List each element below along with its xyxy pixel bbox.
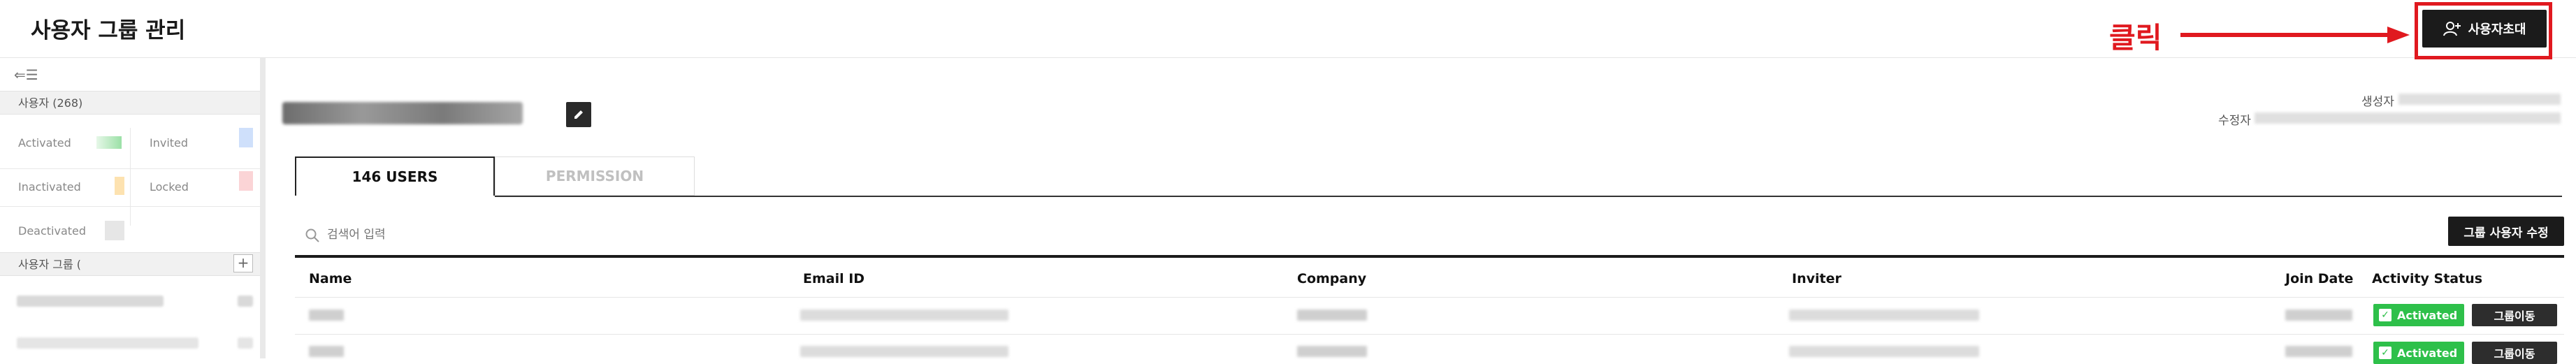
arrow-annotation-icon <box>2180 27 2410 43</box>
deactivated-count <box>105 221 124 240</box>
modified-by-label: 수정자 <box>2218 114 2251 128</box>
column-header-inviter[interactable]: Inviter <box>1792 271 1841 286</box>
check-icon: ✓ <box>2379 309 2392 321</box>
tab-users[interactable]: 146 USERS <box>295 156 495 196</box>
grid-divider <box>0 168 260 169</box>
group-item[interactable] <box>17 337 198 349</box>
cell-email <box>800 310 1008 321</box>
modified-by-value <box>2255 112 2561 124</box>
sidebar-scrollbar[interactable] <box>260 58 266 358</box>
status-badge: ✓ Activated <box>2373 342 2464 364</box>
stat-invited[interactable]: Invited <box>150 136 188 150</box>
status-badge-label: Activated <box>2397 308 2458 322</box>
sidebar: ⇐☰ 사용자 (268) Activated Invited Inactivat… <box>0 58 261 358</box>
group-item-count <box>238 337 253 349</box>
page-title: 사용자 그룹 관리 <box>31 18 186 43</box>
invited-count <box>239 128 253 147</box>
search-icon <box>305 228 319 242</box>
page-header: 사용자 그룹 관리 클릭 사용자초대 <box>0 0 2576 59</box>
collapse-sidebar-icon[interactable]: ⇐☰ <box>14 68 38 82</box>
stat-locked[interactable]: Locked <box>150 180 189 194</box>
group-name-redacted <box>282 102 523 124</box>
move-group-button[interactable]: 그룹이동 <box>2472 342 2557 364</box>
users-section-header: 사용자 (268) <box>0 91 260 115</box>
group-item[interactable] <box>17 296 164 307</box>
search-input[interactable] <box>326 224 608 246</box>
table-top-border <box>295 255 2564 258</box>
cell-inviter <box>1789 346 1979 357</box>
tab-permission[interactable]: PERMISSION <box>495 156 695 196</box>
move-group-button[interactable]: 그룹이동 <box>2472 304 2557 326</box>
column-header-join-date[interactable]: Join Date <box>2285 271 2353 286</box>
edit-group-users-button[interactable]: 그룹 사용자 수정 <box>2448 217 2564 246</box>
grid-divider <box>130 128 131 226</box>
plus-icon[interactable]: + <box>233 254 253 272</box>
stat-activated[interactable]: Activated <box>18 136 71 150</box>
column-header-company[interactable]: Company <box>1297 271 1366 286</box>
cell-company <box>1297 346 1367 357</box>
check-icon: ✓ <box>2379 347 2392 359</box>
tab-underline <box>495 196 2562 197</box>
cell-name <box>309 346 344 357</box>
row-divider <box>295 297 2564 298</box>
column-header-email[interactable]: Email ID <box>803 271 864 286</box>
cell-join-date <box>2285 310 2352 321</box>
pencil-icon <box>574 110 583 119</box>
highlight-box <box>2415 2 2552 59</box>
cell-inviter <box>1789 310 1979 321</box>
groups-section-header: 사용자 그룹 ( <box>0 252 260 276</box>
stat-deactivated[interactable]: Deactivated <box>18 224 86 238</box>
row-divider <box>295 334 2564 335</box>
cell-email <box>800 346 1008 357</box>
status-badge: ✓ Activated <box>2373 304 2464 326</box>
inactivated-count <box>115 177 124 195</box>
groups-section-label: 사용자 그룹 ( <box>18 258 82 271</box>
grid-divider <box>0 206 260 207</box>
column-header-name[interactable]: Name <box>309 271 352 286</box>
stat-inactivated[interactable]: Inactivated <box>18 180 81 194</box>
click-annotation-label: 클릭 <box>2109 21 2162 54</box>
cell-name <box>309 310 344 321</box>
group-item-count <box>238 296 253 307</box>
created-by-value <box>2398 94 2561 105</box>
status-badge-label: Activated <box>2397 346 2458 360</box>
cell-company <box>1297 310 1367 321</box>
activated-count <box>96 136 122 149</box>
edit-group-name-button[interactable] <box>566 102 591 127</box>
locked-count <box>239 171 253 191</box>
created-by-label: 생성자 <box>2361 95 2394 109</box>
column-header-activity-status[interactable]: Activity Status <box>2372 271 2482 286</box>
cell-join-date <box>2285 346 2352 357</box>
